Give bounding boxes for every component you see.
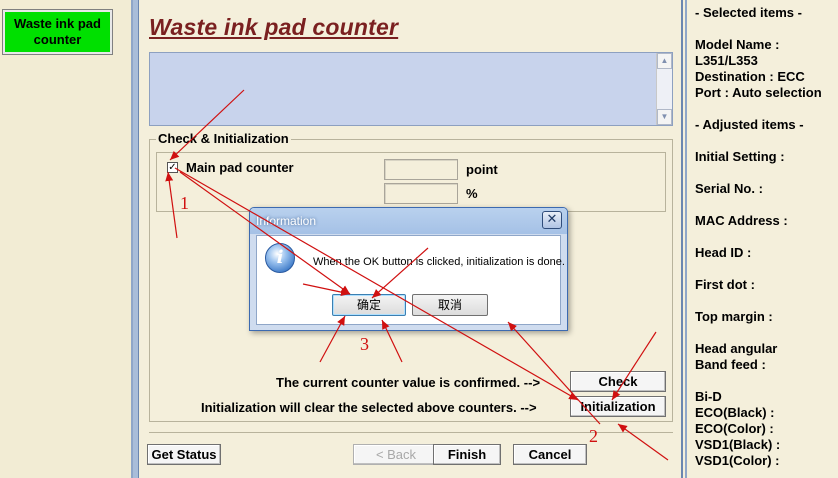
point-unit-label: point	[466, 162, 498, 177]
dialog-cancel-button[interactable]: 取消	[412, 294, 488, 316]
first-dot-label: First dot :	[695, 277, 755, 292]
eco-color-label: ECO(Color) :	[695, 421, 774, 436]
head-id-label: Head ID :	[695, 245, 752, 260]
percent-value-field	[384, 183, 458, 204]
vsd1-color-label: VSD1(Color) :	[695, 453, 780, 468]
model-name-value: L351/L353	[695, 53, 758, 68]
point-value-field	[384, 159, 458, 180]
initial-setting-label: Initial Setting :	[695, 149, 785, 164]
initialization-message: Initialization will clear the selected a…	[201, 400, 537, 415]
main-pad-counter-label: Main pad counter	[186, 160, 294, 175]
initialization-button[interactable]: Initialization	[570, 396, 666, 417]
finish-button[interactable]: Finish	[433, 444, 501, 465]
dialog-titlebar[interactable]: Information ✕	[250, 208, 567, 234]
get-status-button[interactable]: Get Status	[147, 444, 221, 465]
log-scrollbar[interactable]: ▲ ▼	[656, 53, 672, 125]
scroll-up-icon[interactable]: ▲	[657, 53, 672, 69]
annotation-number: 1	[180, 193, 189, 213]
cancel-button[interactable]: Cancel	[513, 444, 587, 465]
serial-no-label: Serial No. :	[695, 181, 763, 196]
annotation-number: 2	[589, 426, 598, 446]
info-icon: i	[265, 243, 295, 273]
eco-black-label: ECO(Black) :	[695, 405, 775, 420]
settings-summary-panel: - Selected items - Model Name : L351/L35…	[685, 0, 838, 478]
close-icon[interactable]: ✕	[542, 211, 562, 229]
status-log-box[interactable]: ▲ ▼	[149, 52, 673, 126]
dialog-body: i When the OK button is clicked, initial…	[256, 235, 565, 325]
left-navigation-panel: Waste ink pad counter	[0, 0, 133, 478]
top-margin-label: Top margin :	[695, 309, 773, 324]
bi-d-label: Bi-D	[695, 389, 722, 404]
check-message: The current counter value is confirmed. …	[276, 375, 541, 390]
dialog-ok-button[interactable]: 确定	[332, 294, 406, 316]
adjusted-items-header: - Adjusted items -	[695, 117, 804, 132]
dialog-title: Information	[256, 214, 317, 228]
nav-item-waste-ink-pad-counter[interactable]: Waste ink pad counter	[2, 9, 113, 55]
port-label: Port : Auto selection	[695, 85, 822, 100]
annotation-number: 3	[360, 334, 369, 354]
mac-address-label: MAC Address :	[695, 213, 788, 228]
group-legend: Check & Initialization	[156, 131, 291, 146]
scroll-down-icon[interactable]: ▼	[657, 109, 672, 125]
vsd1-black-label: VSD1(Black) :	[695, 437, 781, 452]
information-dialog: Information ✕ i When the OK button is cl…	[249, 207, 568, 331]
band-feed-label: Band feed :	[695, 357, 766, 372]
dialog-message: When the OK button is clicked, initializ…	[313, 256, 565, 268]
head-angular-label: Head angular	[695, 341, 778, 356]
check-button[interactable]: Check	[570, 371, 666, 392]
model-name-label: Model Name :	[695, 37, 780, 52]
counter-frame: ✓ Main pad counter point %	[156, 152, 666, 212]
application-window: Waste ink pad counter Waste ink pad coun…	[0, 0, 838, 478]
back-button[interactable]: < Back	[353, 444, 439, 465]
main-pad-checkbox[interactable]: ✓	[167, 162, 178, 173]
destination-label: Destination : ECC	[695, 69, 805, 84]
selected-items-header: - Selected items -	[695, 5, 802, 20]
page-title: Waste ink pad counter	[149, 14, 399, 40]
percent-unit-label: %	[466, 186, 478, 201]
